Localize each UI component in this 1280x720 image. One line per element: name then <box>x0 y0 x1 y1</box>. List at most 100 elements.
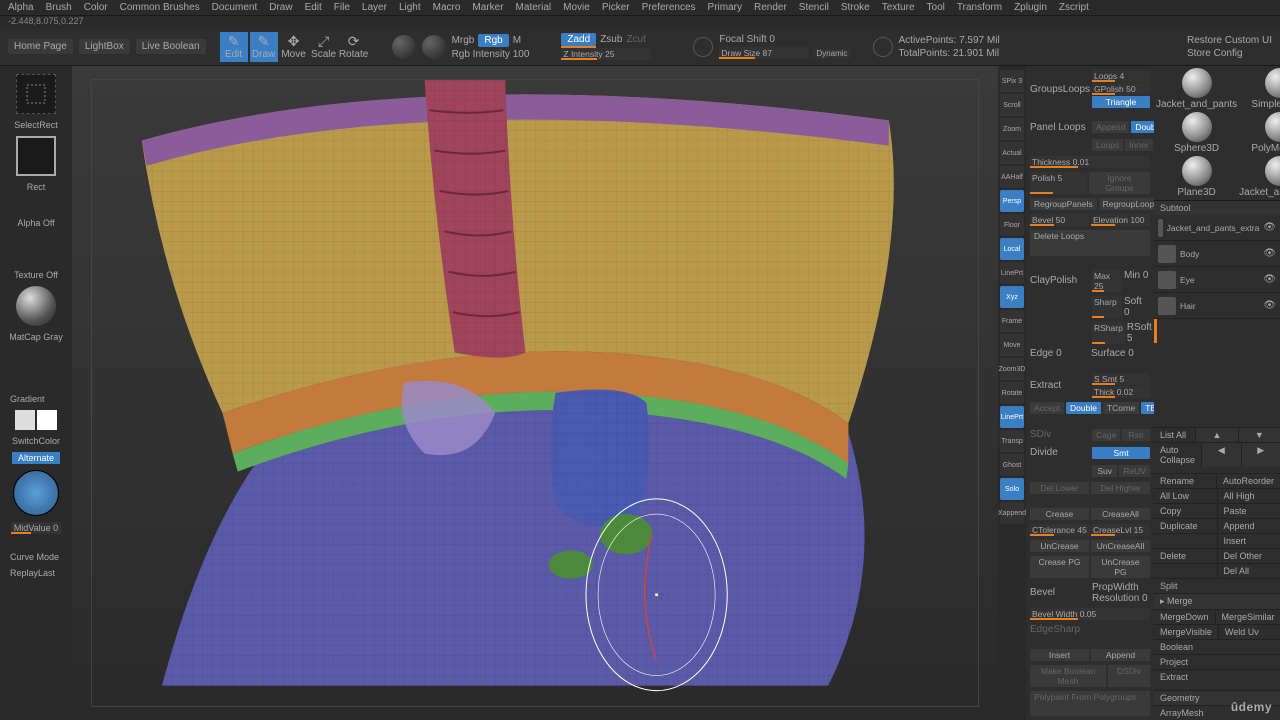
list-all-button[interactable]: List All <box>1154 428 1195 442</box>
brush-jacket_and_pants[interactable]: Jacket_and_pants <box>1156 68 1237 110</box>
inner-button[interactable]: Inner <box>1125 139 1152 151</box>
del-other-button[interactable]: Del Other <box>1217 549 1280 563</box>
menu-tool[interactable]: Tool <box>927 2 945 13</box>
color-picker-circle[interactable] <box>13 470 59 516</box>
regroup-panels-button[interactable]: RegroupPanels <box>1030 198 1097 210</box>
nav-xappend-button[interactable]: Xappend <box>1000 502 1024 524</box>
reuv-button[interactable]: ReUV <box>1119 465 1150 477</box>
bevel-width-slider[interactable]: Bevel Width 0.05 <box>1030 608 1150 620</box>
crease-button[interactable]: Crease <box>1030 508 1089 520</box>
polish-slider[interactable]: Polish 5 <box>1030 172 1087 194</box>
menu-layer[interactable]: Layer <box>362 2 387 13</box>
nav-lineprt-button[interactable]: LinePrt <box>1000 262 1024 284</box>
all-high-button[interactable]: All High <box>1217 489 1280 503</box>
surface-slider[interactable]: Surface 0 <box>1091 348 1150 359</box>
texture-off-button[interactable]: Texture Off <box>14 270 58 280</box>
draw-size-slider[interactable]: Draw Size 87 <box>719 47 809 59</box>
menu-movie[interactable]: Movie <box>563 2 590 13</box>
merge-section-button[interactable]: ▸ Merge <box>1154 594 1280 609</box>
triangle-toggle[interactable]: Triangle <box>1092 96 1150 108</box>
thickness-slider[interactable]: Thickness 0.01 <box>1030 156 1150 168</box>
lightbox-button[interactable]: LightBox <box>79 39 130 54</box>
rotate-mode-button[interactable]: ⟳Rotate <box>340 32 368 62</box>
move-mode-button[interactable]: ✥Move <box>280 32 308 62</box>
regroup-loops-button[interactable]: RegroupLoops <box>1099 198 1154 210</box>
menu-picker[interactable]: Picker <box>602 2 630 13</box>
extract-label[interactable]: Extract <box>1030 380 1061 391</box>
bevel-label[interactable]: Bevel <box>1030 587 1055 598</box>
append-button[interactable]: Append <box>1092 121 1129 133</box>
nav-frame-button[interactable]: Frame <box>1000 310 1024 332</box>
autoreorder-button[interactable]: AutoReorder <box>1216 474 1280 488</box>
groupsloops-label[interactable]: GroupsLoops <box>1030 84 1090 95</box>
color-swatches[interactable] <box>15 410 57 430</box>
focal-dial-icon[interactable] <box>693 37 713 57</box>
focal-shift-slider[interactable]: Focal Shift 0 <box>719 34 775 45</box>
nav-floor-button[interactable]: Floor <box>1000 214 1024 236</box>
gpolish-slider[interactable]: GPolish 50 <box>1092 83 1150 95</box>
soft-slider[interactable]: Soft 0 <box>1124 296 1150 318</box>
loops2-button[interactable]: Loops <box>1092 139 1123 151</box>
subtool-jacket_and_pants_extra[interactable]: Jacket_and_pants_extra👁 <box>1154 215 1280 241</box>
alternate-button[interactable]: Alternate <box>12 452 60 464</box>
midvalue-slider[interactable]: MidValue 0 <box>11 522 61 534</box>
bevel-slider[interactable]: Bevel 50 <box>1030 214 1089 226</box>
nav-scroll-button[interactable]: Scroll <box>1000 94 1024 116</box>
replay-last-button[interactable]: ReplayLast <box>10 568 55 578</box>
menu-stencil[interactable]: Stencil <box>799 2 829 13</box>
tborde-toggle[interactable]: TBorde <box>1141 402 1154 414</box>
panelloops-label[interactable]: Panel Loops <box>1030 122 1086 133</box>
menu-macro[interactable]: Macro <box>433 2 461 13</box>
double2-toggle[interactable]: Double <box>1066 402 1101 414</box>
nav-move-button[interactable]: Move <box>1000 334 1024 356</box>
menu-alpha[interactable]: Alpha <box>8 2 34 13</box>
uncrease-all-button[interactable]: UnCreaseAll <box>1091 540 1150 552</box>
brush-sphere3d[interactable]: Sphere3D <box>1156 112 1237 154</box>
subtool-hair[interactable]: Hair👁 <box>1154 293 1280 319</box>
min-slider[interactable]: Min 0 <box>1124 270 1150 292</box>
edge-slider[interactable]: Edge 0 <box>1030 348 1089 359</box>
nav-transp-button[interactable]: Transp <box>1000 430 1024 452</box>
rename-button[interactable]: Rename <box>1154 474 1216 488</box>
bg-sphere-icon[interactable] <box>392 35 416 59</box>
insert-button[interactable]: Insert <box>1217 534 1280 548</box>
sharp-slider[interactable]: Sharp <box>1092 296 1122 318</box>
store-config-button[interactable]: Store Config <box>1187 48 1243 59</box>
subtool-header[interactable]: Subtool <box>1154 200 1280 215</box>
mrgb-label[interactable]: Mrgb <box>452 35 475 46</box>
alpha-off-button[interactable]: Alpha Off <box>17 218 54 228</box>
creaselvl-slider[interactable]: CreaseLvl 15 <box>1091 524 1150 536</box>
zsub-toggle[interactable]: Zsub <box>600 34 622 45</box>
double-toggle[interactable]: Double <box>1131 121 1154 133</box>
viewport-canvas[interactable] <box>72 66 998 720</box>
ctolerance-slider[interactable]: CTolerance 45 <box>1030 524 1089 536</box>
elevation-slider[interactable]: Elevation 100 <box>1091 214 1150 226</box>
boolean-button[interactable]: Boolean <box>1154 640 1280 654</box>
rgb-chip[interactable]: Rgb <box>478 34 508 47</box>
crease-pg-button[interactable]: Crease PG <box>1030 556 1089 578</box>
weld-uv-button[interactable]: Weld Uv <box>1218 625 1280 639</box>
nav-actual-button[interactable]: Actual <box>1000 142 1024 164</box>
max-slider[interactable]: Max 25 <box>1092 270 1122 292</box>
menu-texture[interactable]: Texture <box>882 2 915 13</box>
nav-rotate-button[interactable]: Rotate <box>1000 382 1024 404</box>
copy-button[interactable]: Copy <box>1154 504 1217 518</box>
append-button2[interactable]: Append <box>1091 649 1150 661</box>
del-all-button[interactable]: Del All <box>1217 564 1280 578</box>
propwidth-label[interactable]: PropWidth <box>1092 582 1150 593</box>
m-toggle[interactable]: M <box>513 35 521 46</box>
ssmt-slider[interactable]: S Smt 5 <box>1092 373 1150 385</box>
menu-render[interactable]: Render <box>754 2 787 13</box>
crease-all-button[interactable]: CreaseAll <box>1091 508 1150 520</box>
nav-zoom3d-button[interactable]: Zoom3D <box>1000 358 1024 380</box>
edit-mode-button[interactable]: ✎Edit <box>220 32 248 62</box>
draw-mode-button[interactable]: ✎Draw <box>250 32 278 62</box>
ignore-groups-toggle[interactable]: Ignore Groups <box>1089 172 1150 194</box>
brush-simplebrush[interactable]: SimpleBrush <box>1239 68 1280 110</box>
del-lower-button[interactable]: Del Lower <box>1030 482 1089 494</box>
menu-document[interactable]: Document <box>212 2 258 13</box>
menu-transform[interactable]: Transform <box>957 2 1002 13</box>
nav-zoom-button[interactable]: Zoom <box>1000 118 1024 140</box>
rect-stroke-tool[interactable] <box>16 136 56 176</box>
rgb-intensity-slider[interactable]: Rgb Intensity 100 <box>452 49 530 60</box>
